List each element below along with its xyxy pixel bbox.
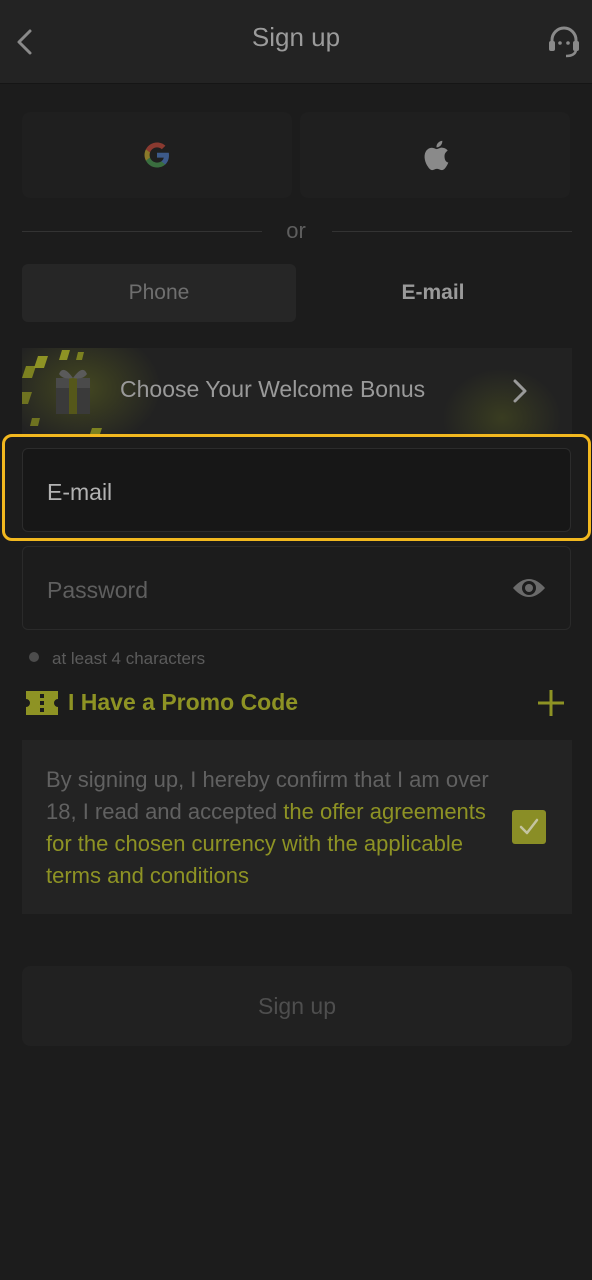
terms-box: By signing up, I hereby confirm that I a… [22, 740, 572, 914]
headset-support-icon [549, 26, 579, 58]
tab-email[interactable]: E-mail [296, 264, 570, 322]
page-title: Sign up [251, 22, 341, 52]
password-hint: at least 4 characters [52, 649, 206, 668]
google-icon [144, 142, 169, 168]
password-placeholder: Password [47, 577, 148, 603]
email-placeholder: E-mail [47, 479, 113, 505]
divider-right [332, 231, 572, 232]
support-button[interactable] [546, 24, 582, 60]
terms-checkbox[interactable] [512, 810, 546, 844]
email-field[interactable]: E-mail [22, 448, 571, 532]
apple-icon [424, 140, 449, 171]
terms-text: By signing up, I hereby confirm that I a… [46, 764, 506, 892]
promo-code-toggle[interactable]: I Have a Promo Code [68, 689, 298, 716]
signup-method-tabs: Phone E-mail [22, 264, 570, 322]
password-field[interactable]: Password [22, 546, 571, 630]
chevron-right-icon [513, 379, 527, 403]
plus-icon[interactable] [536, 688, 566, 718]
eye-icon[interactable] [511, 573, 547, 603]
welcome-bonus-banner[interactable]: Choose Your Welcome Bonus [22, 348, 572, 434]
bonus-label: Choose Your Welcome Bonus [120, 376, 426, 402]
apple-signup-button[interactable] [300, 112, 570, 198]
header-bar: Sign up [0, 0, 592, 84]
signup-button[interactable]: Sign up [22, 966, 572, 1046]
ticket-icon[interactable] [24, 688, 60, 718]
bonus-glow [442, 368, 562, 434]
hint-bullet [29, 652, 39, 662]
gift-box-icon [22, 350, 102, 434]
checkmark-icon [519, 818, 539, 835]
google-signup-button[interactable] [22, 112, 292, 198]
tab-phone[interactable]: Phone [22, 264, 296, 322]
